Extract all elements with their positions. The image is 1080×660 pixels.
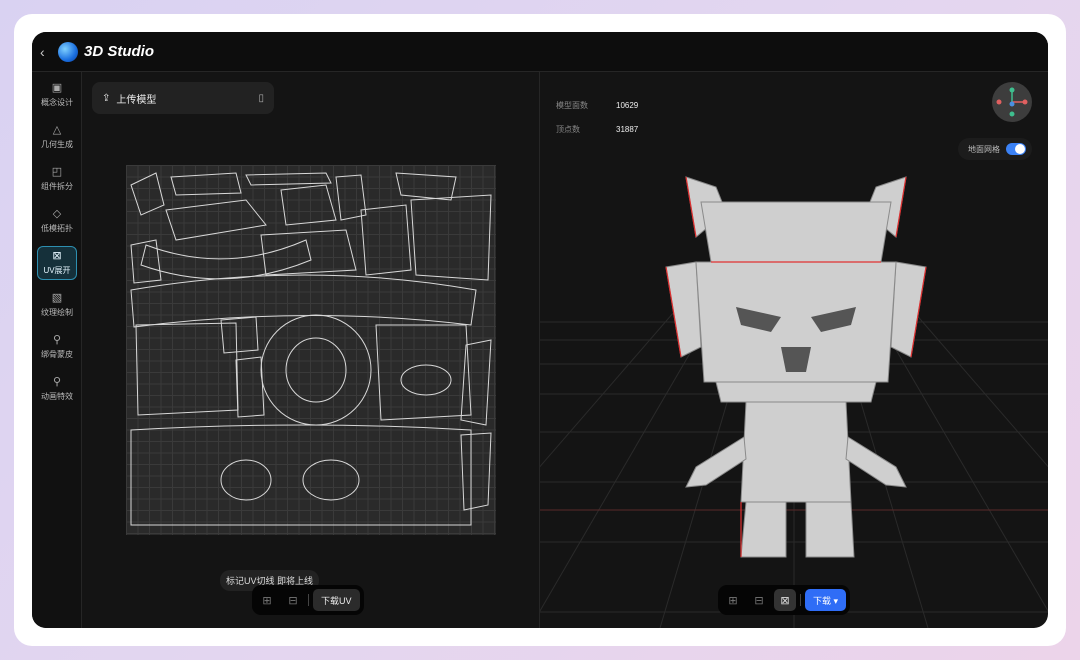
uv-islands: [130, 172, 492, 526]
face-count-label: 模型面数: [556, 101, 588, 110]
app-title: 3D Studio: [84, 43, 154, 60]
wireframe-icon[interactable]: ⊠: [774, 589, 796, 611]
sidebar-item-label: 几何生成: [41, 140, 73, 149]
expand-icon[interactable]: ⊞: [256, 589, 278, 611]
model-stats: 模型面数 10629 顶点数 31887: [556, 94, 638, 142]
axis-icon: [996, 87, 1028, 117]
sidebar-item-uv-unwrap[interactable]: ⊠ UV展开: [37, 246, 77, 280]
sidebar-item-topology[interactable]: ◇ 低模拓扑: [37, 204, 77, 238]
sidebar-item-label: 绑骨蒙皮: [41, 350, 73, 359]
upload-model-button[interactable]: ⇪ 上传模型 ▯: [92, 82, 274, 114]
back-icon[interactable]: ‹: [40, 44, 54, 60]
upload-icon: ⇪: [102, 92, 111, 104]
uv-toolbar: ⊞ ⊟ 下载UV: [252, 585, 364, 615]
collapse-icon[interactable]: ⊟: [748, 589, 770, 611]
person-icon: ⚲: [52, 334, 62, 346]
sidebar-item-label: 动画特效: [41, 392, 73, 401]
3d-model: [665, 176, 927, 558]
sidebar-item-geometry[interactable]: △ 几何生成: [37, 120, 77, 154]
face-count-value: 10629: [616, 101, 639, 110]
header: ‹ 3D Studio: [32, 32, 1048, 72]
app-window: ‹ 3D Studio ▣ 概念设计 △ 几何生成 ◰ 组件拆分 ◇ 低模拓扑 ⊠ UV展…: [32, 32, 1048, 628]
image-icon: ▣: [51, 82, 63, 94]
collapse-icon[interactable]: ⊟: [282, 589, 304, 611]
sidebar-item-label: 概念设计: [41, 98, 73, 107]
expand-icon[interactable]: ⊞: [722, 589, 744, 611]
texture-icon: ▧: [51, 292, 63, 304]
divider: [800, 594, 801, 606]
shapes-icon: △: [52, 124, 62, 136]
sidebar-item-label: 纹理绘制: [41, 308, 73, 317]
viewport-panel[interactable]: 模型面数 10629 顶点数 31887 地面网格 ⊞ ⊟ ⊠ 下载 ▾: [540, 72, 1048, 628]
sidebar-item-animation[interactable]: ⚲ 动画特效: [37, 372, 77, 406]
split-icon: ◰: [51, 166, 63, 178]
sidebar-toggle-icon[interactable]: ▯: [258, 93, 264, 104]
running-icon: ⚲: [52, 376, 62, 388]
sidebar-item-texture[interactable]: ▧ 纹理绘制: [37, 288, 77, 322]
viewport-toolbar: ⊞ ⊟ ⊠ 下载 ▾: [718, 585, 851, 615]
upload-label: 上传模型: [116, 94, 157, 106]
sidebar-item-label: 组件拆分: [41, 182, 73, 191]
vertex-count-label: 顶点数: [556, 125, 580, 134]
sidebar: ▣ 概念设计 △ 几何生成 ◰ 组件拆分 ◇ 低模拓扑 ⊠ UV展开 ▧ 纹理绘制 ⚲ 绑骨蒙…: [32, 72, 82, 628]
sidebar-item-label: UV展开: [43, 266, 71, 275]
uv-map-view[interactable]: [126, 165, 496, 535]
uv-icon: ⊠: [52, 250, 62, 262]
diamond-icon: ◇: [52, 208, 62, 220]
axis-gizmo[interactable]: [992, 82, 1032, 122]
sidebar-item-concept-design[interactable]: ▣ 概念设计: [37, 78, 77, 112]
uv-panel: ⇪ 上传模型 ▯ 标记UV切线 即将上线 ⊞ ⊟ 下载UV: [82, 72, 540, 628]
vertex-count-value: 31887: [616, 125, 639, 134]
download-button[interactable]: 下载 ▾: [805, 589, 847, 611]
sidebar-item-rigging[interactable]: ⚲ 绑骨蒙皮: [37, 330, 77, 364]
ground-grid-switch[interactable]: [1006, 143, 1026, 155]
ground-grid-toggle: 地面网格: [958, 138, 1032, 160]
logo-icon: [58, 41, 78, 62]
ground-grid-label: 地面网格: [968, 144, 1000, 154]
sidebar-item-label: 低模拓扑: [41, 224, 73, 233]
download-uv-button[interactable]: 下载UV: [313, 589, 360, 611]
sidebar-item-split[interactable]: ◰ 组件拆分: [37, 162, 77, 196]
divider: [308, 594, 309, 606]
